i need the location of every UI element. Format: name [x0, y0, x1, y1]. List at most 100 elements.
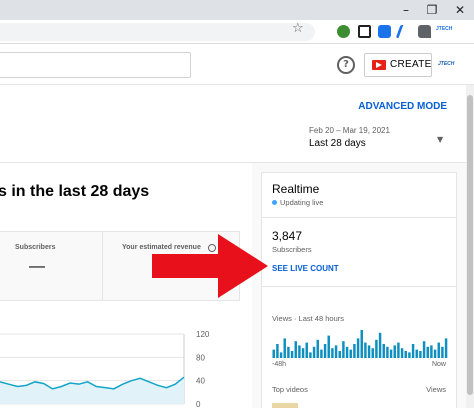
series-area: [0, 377, 184, 404]
realtime-bar: [393, 345, 396, 358]
realtime-bar: [411, 344, 415, 358]
realtime-bar: [349, 349, 352, 358]
realtime-bar: [382, 344, 385, 358]
realtime-bar: [320, 349, 323, 358]
realtime-bar: [345, 346, 349, 358]
realtime-bar: [356, 338, 360, 358]
realtime-bar: [404, 351, 407, 358]
realtime-bar: [312, 346, 316, 358]
views-column-label: Views: [426, 385, 446, 394]
video-camera-icon: [372, 60, 386, 70]
realtime-card: Realtime Updating live 3,847 Subscribers…: [261, 172, 457, 408]
address-bar[interactable]: [0, 23, 315, 41]
realtime-bar: [316, 339, 319, 358]
realtime-bar: [272, 349, 275, 358]
realtime-bar: [397, 342, 400, 358]
realtime-bar: [279, 352, 283, 358]
red-arrow-annotation: [152, 234, 268, 298]
realtime-bar: [437, 342, 440, 358]
realtime-bar: [400, 348, 404, 358]
shield-icon[interactable]: [337, 25, 350, 38]
realtime-bar: [367, 345, 371, 358]
live-status-dot-icon: [272, 200, 277, 205]
brand-extension-icon[interactable]: JTECH: [436, 26, 452, 32]
realtime-bar: [305, 342, 308, 358]
search-input[interactable]: [0, 52, 191, 78]
realtime-bar: [301, 348, 305, 358]
realtime-bar: [294, 341, 297, 358]
overview-line-chart: 0 40 80 120: [0, 330, 210, 408]
realtime-bar: [386, 346, 389, 358]
realtime-bar: [415, 349, 418, 358]
browser-title-bar: – ❐ ✕: [0, 0, 474, 20]
realtime-bar: [378, 332, 382, 358]
create-button-label: CREATE: [390, 59, 432, 70]
realtime-bar: [323, 344, 327, 358]
date-preset-select[interactable]: Last 28 days: [309, 138, 366, 149]
metric-title-subscribers[interactable]: Subscribers: [15, 244, 55, 251]
realtime-bar: [444, 338, 448, 358]
advanced-mode-link[interactable]: ADVANCED MODE: [358, 101, 447, 112]
realtime-bar: [433, 349, 437, 358]
subscriber-count: 3,847: [272, 229, 303, 243]
realtime-bar: [353, 344, 356, 358]
studio-header: ? CREATE JTECH: [0, 45, 474, 85]
realtime-bar: [371, 348, 374, 358]
realtime-bar: [419, 351, 422, 358]
realtime-bar: [375, 339, 378, 358]
video-thumbnail[interactable]: [272, 403, 298, 408]
realtime-bar: [298, 345, 301, 358]
subscribers-label: Subscribers: [272, 245, 312, 254]
y-tick-label: 40: [196, 377, 205, 386]
realtime-bar: [342, 341, 345, 358]
bars-axis-start: -48h: [272, 361, 287, 368]
realtime-bar: [309, 352, 312, 358]
realtime-bar: [422, 341, 426, 358]
realtime-bar: [389, 349, 393, 358]
minimize-button[interactable]: –: [394, 2, 418, 18]
realtime-status: Updating live: [280, 198, 324, 207]
realtime-bar-chart: [272, 330, 448, 358]
date-range-text[interactable]: Feb 20 – Mar 19, 2021: [309, 126, 390, 135]
metric-divider: [102, 232, 103, 300]
browser-toolbar: ☆ JTECH: [0, 20, 474, 44]
realtime-bar: [276, 344, 279, 358]
realtime-bar: [360, 330, 363, 358]
realtime-bar: [334, 345, 338, 358]
realtime-bar: [441, 346, 444, 358]
realtime-bar: [290, 351, 294, 358]
maximize-button[interactable]: ❐: [420, 2, 444, 18]
create-button[interactable]: CREATE: [364, 53, 432, 77]
realtime-bar: [327, 335, 330, 358]
scrollbar-thumb[interactable]: [467, 95, 473, 395]
realtime-bar: [430, 345, 433, 358]
realtime-bar: [331, 348, 334, 358]
p-extension-icon[interactable]: [378, 25, 391, 38]
realtime-title: Realtime: [272, 182, 320, 196]
realtime-bar: [287, 346, 290, 358]
views-48h-label: Views · Last 48 hours: [272, 314, 344, 323]
realtime-bar: [364, 342, 367, 358]
cast-icon[interactable]: [358, 25, 371, 38]
y-tick-label: 80: [196, 353, 205, 362]
y-tick-label: 0: [196, 400, 201, 408]
see-live-count-link[interactable]: SEE LIVE COUNT: [272, 264, 339, 273]
chevron-down-icon[interactable]: ▼: [437, 135, 443, 144]
bars-axis-end: Now: [431, 361, 446, 368]
puzzle-icon[interactable]: [418, 25, 431, 38]
pen-icon[interactable]: [395, 25, 414, 38]
realtime-bar: [426, 346, 429, 358]
help-icon[interactable]: ?: [337, 56, 355, 74]
bookmark-star-icon[interactable]: ☆: [292, 21, 304, 36]
close-window-button[interactable]: ✕: [448, 2, 472, 18]
top-videos-label: Top videos: [272, 385, 308, 394]
realtime-bar: [283, 338, 286, 358]
realtime-bar: [338, 351, 341, 358]
page-title: s in the last 28 days: [0, 183, 150, 200]
realtime-bar: [408, 352, 411, 358]
realtime-divider: [262, 286, 456, 287]
metric-value-subscribers: —: [29, 258, 45, 275]
y-tick-label: 120: [196, 330, 210, 339]
realtime-divider: [262, 217, 456, 218]
channel-avatar[interactable]: JTECH: [438, 61, 454, 67]
